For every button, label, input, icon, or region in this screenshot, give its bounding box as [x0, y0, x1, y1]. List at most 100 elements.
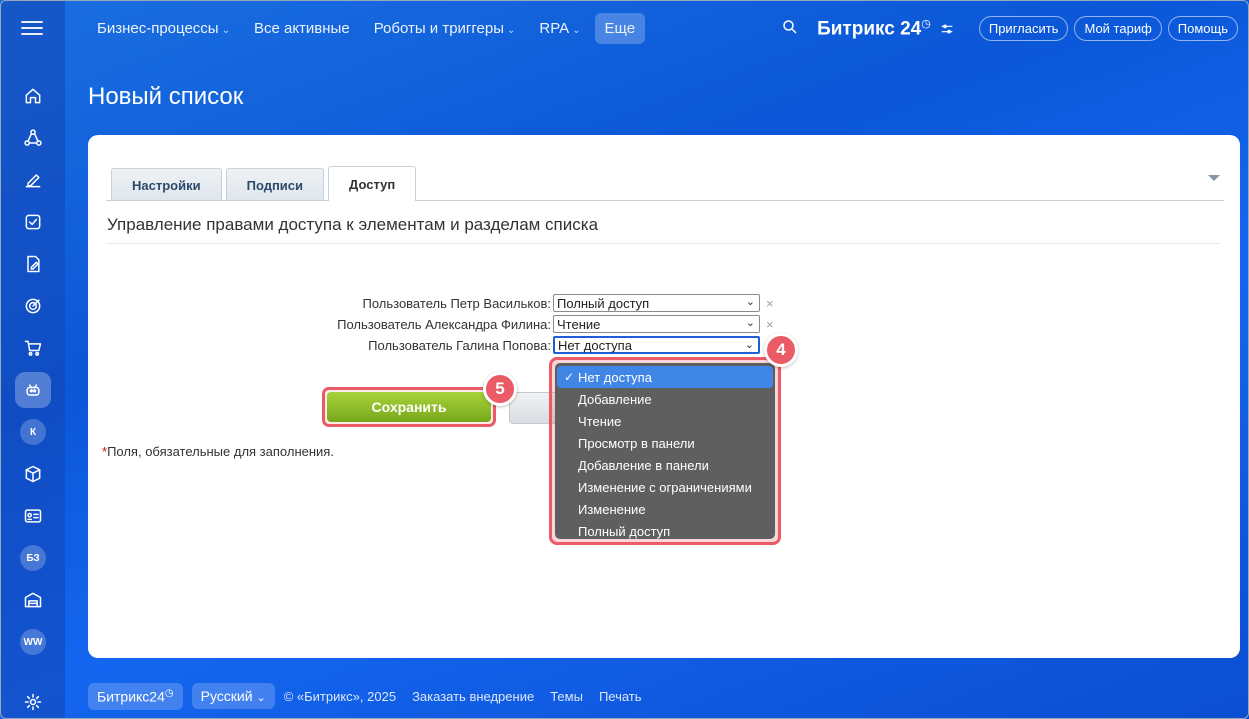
dropdown-option[interactable]: Просмотр в панели: [557, 432, 773, 454]
nav-all-active[interactable]: Все активные: [244, 13, 360, 44]
home-icon[interactable]: [15, 78, 51, 114]
nav-rpa[interactable]: RPA ⌄: [529, 13, 590, 44]
dropdown-option[interactable]: Добавление: [557, 388, 773, 410]
nav-business-processes[interactable]: Бизнес-процессы ⌄: [87, 13, 240, 44]
tab-captions[interactable]: Подписи: [225, 168, 325, 201]
dropdown-option[interactable]: Добавление в панели: [557, 454, 773, 476]
nav-robots-triggers[interactable]: Роботы и триггеры ⌄: [364, 13, 526, 44]
tasks-icon[interactable]: [15, 204, 51, 240]
chevron-down-icon: ⌄: [744, 339, 754, 351]
dropdown-option[interactable]: Полный доступ: [557, 520, 773, 542]
chevron-down-icon: ⌄: [745, 317, 755, 329]
chevron-down-icon: ⌄: [745, 296, 755, 308]
rights-row: Пользователь Александра Филина: Чтение ⌄…: [88, 315, 788, 333]
tabs: Настройки Подписи Доступ: [111, 166, 420, 201]
menu-icon[interactable]: [21, 17, 43, 37]
chevron-down-icon: ⌄: [507, 25, 516, 36]
chevron-down-icon: ⌄: [572, 25, 581, 36]
option-label: Изменение: [578, 501, 646, 517]
invite-button[interactable]: Пригласить: [978, 16, 1069, 41]
rights-dropdown: ✓ Нет доступа Добавление Чтение Просмотр …: [555, 363, 775, 539]
rights-select[interactable]: Нет доступа ⌄: [553, 336, 760, 354]
dropdown-option[interactable]: Изменение с ограничениями: [557, 476, 773, 498]
help-button[interactable]: Помощь: [1167, 16, 1238, 41]
rights-row-label: Пользователь Петр Васильков:: [362, 295, 551, 311]
top-nav: Бизнес-процессы ⌄ Все активные Роботы и т…: [87, 13, 649, 44]
target-icon[interactable]: [15, 288, 51, 324]
print-link[interactable]: Печать: [599, 689, 642, 704]
warehouse-icon[interactable]: [15, 582, 51, 618]
nav-label: RPA: [539, 20, 570, 37]
page-title: Новый список: [88, 83, 244, 110]
nav-more[interactable]: Еще: [594, 13, 646, 44]
app-window: К БЗ WW Бизнес-процессы ⌄ Все активные Ро…: [0, 0, 1249, 719]
footer-brand-button[interactable]: Битрикс24◷: [88, 683, 183, 710]
rights-row: Пользователь Петр Васильков: Полный дост…: [88, 294, 788, 312]
top-right-controls: Битрикс 24◷ Пригласить Мой тариф Помощь: [781, 16, 1238, 41]
option-label: Нет доступа: [578, 369, 652, 385]
gear-icon[interactable]: [15, 684, 51, 718]
brand-logo: Битрикс 24◷: [817, 17, 931, 40]
list-settings-card: Настройки Подписи Доступ Управление прав…: [88, 135, 1240, 658]
required-fields-note: *Поля, обязательные для заполнения.: [102, 444, 334, 459]
save-button[interactable]: Сохранить: [327, 392, 491, 422]
avatar: К: [20, 419, 46, 445]
dropdown-option[interactable]: ✓ Нет доступа: [557, 366, 773, 388]
required-note-text: Поля, обязательные для заполнения.: [107, 444, 334, 459]
sliders-icon[interactable]: [939, 21, 955, 37]
nav-label: Все активные: [253, 20, 350, 37]
sidebar-badge-k[interactable]: К: [15, 414, 51, 450]
section-divider: [107, 243, 1220, 244]
rights-row-label: Пользователь Александра Филина:: [337, 316, 551, 332]
save-button-highlight: Сохранить: [322, 387, 496, 427]
sidebar-badge-ww[interactable]: WW: [15, 624, 51, 660]
option-label: Добавление: [578, 391, 652, 407]
section-title: Управление правами доступа к элементам и…: [107, 215, 599, 234]
option-label: Изменение с ограничениями: [578, 479, 752, 495]
copyright: © «Битрикс», 2025: [283, 688, 397, 704]
left-sidebar: К БЗ WW: [1, 1, 65, 718]
footer-brand-label: Битрикс24: [97, 688, 165, 705]
cart-icon[interactable]: [15, 330, 51, 366]
dropdown-option[interactable]: Изменение: [557, 498, 773, 520]
sidebar-badge-kb[interactable]: БЗ: [15, 540, 51, 576]
avatar: БЗ: [20, 545, 46, 571]
chevron-down-icon: ⌄: [221, 25, 230, 36]
rights-select[interactable]: Чтение ⌄: [553, 315, 760, 333]
rights-row-label: Пользователь Галина Попова:: [368, 337, 551, 353]
box-icon[interactable]: [15, 456, 51, 492]
dropdown-option[interactable]: Чтение: [557, 410, 773, 432]
top-bar: Бизнес-процессы ⌄ Все активные Роботы и т…: [65, 1, 1248, 57]
remove-icon[interactable]: ×: [766, 317, 774, 332]
contact-card-icon[interactable]: [15, 498, 51, 534]
rights-dropdown-highlight: ✓ Нет доступа Добавление Чтение Просмотр …: [549, 357, 781, 545]
document-edit-icon[interactable]: [15, 246, 51, 282]
order-implementation-link[interactable]: Заказать внедрение: [412, 689, 534, 704]
clock-icon: ◷: [164, 688, 174, 699]
step-badge-4: 4: [764, 333, 798, 367]
my-tariff-button[interactable]: Мой тариф: [1074, 16, 1162, 41]
rights-select-value: Чтение: [557, 316, 601, 332]
step-badge-5: 5: [483, 372, 517, 406]
clock-icon: ◷: [921, 17, 931, 30]
brand-text: Битрикс 24: [817, 18, 922, 40]
nav-label: Роботы и триггеры: [373, 20, 505, 37]
option-label: Чтение: [578, 413, 622, 429]
workflow-icon[interactable]: [15, 120, 51, 156]
nav-label: Еще: [604, 20, 636, 37]
collapse-arrow-icon[interactable]: [1208, 175, 1220, 181]
language-label: Русский: [200, 688, 253, 705]
pen-icon[interactable]: [15, 162, 51, 198]
tab-access[interactable]: Доступ: [328, 166, 417, 201]
avatar: WW: [20, 629, 46, 655]
robot-icon[interactable]: [15, 372, 51, 408]
tab-settings[interactable]: Настройки: [111, 168, 222, 201]
option-label: Полный доступ: [578, 523, 671, 539]
rights-row: Пользователь Галина Попова: Нет доступа …: [88, 336, 788, 354]
chevron-down-icon: ⌄: [256, 692, 266, 705]
themes-link[interactable]: Темы: [550, 689, 583, 704]
language-select[interactable]: Русский ⌄: [191, 683, 275, 710]
rights-select[interactable]: Полный доступ ⌄: [553, 294, 760, 312]
search-icon[interactable]: [781, 18, 803, 40]
remove-icon[interactable]: ×: [766, 296, 774, 311]
